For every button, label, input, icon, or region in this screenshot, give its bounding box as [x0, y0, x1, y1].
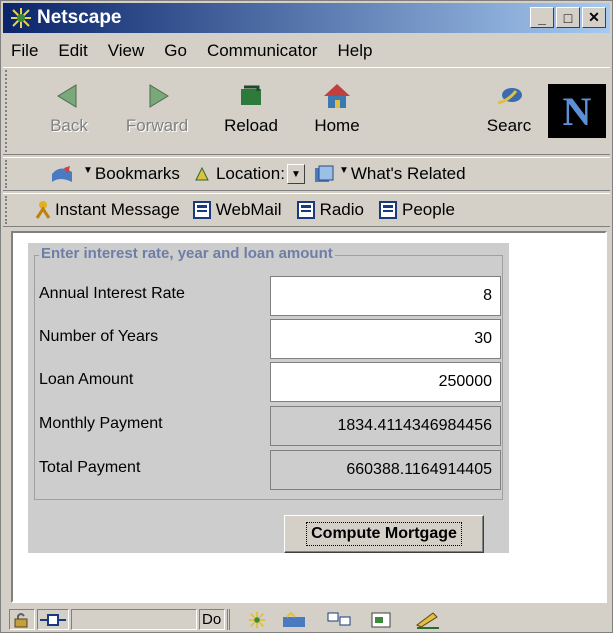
menu-view[interactable]: View — [98, 41, 155, 61]
menu-edit[interactable]: Edit — [48, 41, 97, 61]
monthly-payment-output: 1834.4114346984456 — [270, 406, 501, 446]
interest-rate-row: Annual Interest Rate 8 — [35, 274, 504, 316]
location-icon — [192, 164, 212, 184]
back-label: Back — [50, 116, 88, 135]
interest-rate-label: Annual Interest Rate — [39, 285, 185, 302]
netscape-icon — [9, 6, 33, 30]
compute-mortgage-label: Compute Mortgage — [306, 522, 462, 546]
monthly-payment-label: Monthly Payment — [39, 415, 163, 432]
connection-icon — [37, 609, 69, 630]
menu-communicator[interactable]: Communicator — [197, 41, 328, 61]
back-arrow-icon — [53, 80, 85, 112]
edit-pen-icon[interactable] — [415, 610, 441, 630]
group-legend: Enter interest rate, year and loan amoun… — [39, 245, 335, 262]
loan-amount-label: Loan Amount — [39, 371, 134, 388]
instant-message-button[interactable]: Instant Message — [33, 200, 180, 220]
toolbar-grip[interactable] — [5, 196, 12, 224]
compute-mortgage-button[interactable]: Compute Mortgage — [284, 515, 484, 553]
forward-arrow-icon — [141, 80, 173, 112]
status-bar: Do — [3, 607, 610, 632]
total-payment-output: 660388.1164914405 — [270, 450, 501, 490]
status-text: Do — [199, 609, 225, 630]
menu-go[interactable]: Go — [154, 41, 197, 61]
location-dropdown-icon[interactable]: ▼ — [286, 164, 305, 184]
navigator-icon[interactable] — [247, 610, 267, 630]
back-button[interactable]: Back — [29, 80, 109, 144]
radio-button[interactable]: Radio — [296, 200, 364, 220]
mortgage-input-group: Enter interest rate, year and loan amoun… — [34, 245, 504, 500]
loan-amount-input[interactable]: 250000 — [270, 362, 501, 402]
loan-amount-row: Loan Amount 250000 — [35, 360, 504, 402]
page-content: Enter interest rate, year and loan amoun… — [11, 231, 607, 603]
reload-button[interactable]: Reload — [211, 80, 291, 144]
maximize-button[interactable]: □ — [556, 7, 580, 28]
minimize-button[interactable]: _ — [530, 7, 554, 28]
years-row: Number of Years 30 — [35, 317, 504, 359]
toolbar-grip[interactable] — [5, 70, 12, 152]
people-button[interactable]: People — [378, 200, 455, 220]
security-lock-icon[interactable] — [9, 609, 35, 630]
radio-label: Radio — [319, 200, 364, 219]
mail-icon[interactable] — [281, 610, 309, 630]
whats-related-button[interactable]: ▼ What's Related — [313, 164, 466, 184]
total-payment-label: Total Payment — [39, 459, 141, 476]
personal-toolbar: Instant Message WebMail Radio People — [3, 193, 610, 227]
window-title: Netscape — [37, 7, 122, 28]
whats-related-icon — [313, 164, 335, 184]
location-label: Location: — [215, 164, 285, 183]
bookmarks-button[interactable]: ▼ Bookmarks — [49, 164, 180, 184]
location-field[interactable]: Location: ▼ — [192, 164, 305, 184]
whats-related-label: What's Related — [350, 164, 466, 183]
toolbar-grip[interactable] — [5, 160, 12, 188]
monthly-payment-row: Monthly Payment 1834.4114346984456 — [35, 404, 504, 446]
reload-icon — [235, 80, 267, 112]
mortgage-applet: Enter interest rate, year and loan amoun… — [28, 243, 509, 553]
location-toolbar: ▼ Bookmarks Location: ▼ ▼ What's Related — [3, 157, 610, 191]
bookmark-page-icon — [192, 200, 212, 220]
interest-rate-input[interactable]: 8 — [270, 276, 501, 316]
bookmarks-icon — [49, 164, 79, 184]
chat-icon[interactable] — [327, 610, 353, 630]
home-button[interactable]: Home — [297, 80, 377, 144]
home-label: Home — [314, 116, 360, 135]
navigation-toolbar: Back Forward Reload Home Searc N — [3, 67, 610, 155]
bookmark-page-icon — [378, 200, 398, 220]
menu-bar: File Edit View Go Communicator Help — [3, 37, 610, 65]
home-icon — [321, 80, 353, 112]
menu-help[interactable]: Help — [327, 41, 382, 61]
instant-message-icon — [33, 200, 53, 220]
forward-button[interactable]: Forward — [117, 80, 197, 144]
menu-file[interactable]: File — [3, 41, 48, 61]
search-label: Searc — [486, 116, 532, 135]
resize-grip-icon — [227, 609, 239, 630]
people-label: People — [402, 200, 455, 219]
composer-icon[interactable] — [371, 610, 393, 630]
bookmarks-label: Bookmarks — [94, 164, 180, 183]
search-icon — [493, 80, 525, 112]
webmail-label: WebMail — [215, 200, 282, 219]
progress-bar — [71, 609, 197, 630]
browser-window: Netscape _ □ ✕ File Edit View Go Communi… — [0, 0, 613, 633]
years-input[interactable]: 30 — [270, 319, 501, 359]
total-payment-row: Total Payment 660388.1164914405 — [35, 448, 504, 490]
title-bar[interactable]: Netscape _ □ ✕ — [3, 3, 610, 33]
bookmark-page-icon — [296, 200, 316, 220]
close-button[interactable]: ✕ — [582, 7, 606, 28]
webmail-button[interactable]: WebMail — [192, 200, 282, 220]
netscape-n-logo-icon[interactable]: N — [548, 84, 606, 138]
instant-message-label: Instant Message — [55, 200, 180, 219]
status-text-label: Do — [202, 611, 222, 628]
forward-label: Forward — [125, 116, 189, 135]
search-button[interactable]: Searc — [479, 80, 539, 144]
reload-label: Reload — [224, 116, 278, 135]
years-label: Number of Years — [39, 328, 159, 345]
